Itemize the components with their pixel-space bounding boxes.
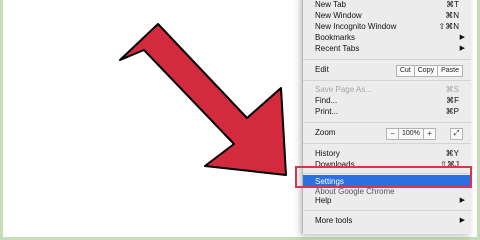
menu-item-label: History: [315, 149, 340, 158]
menu-item-history[interactable]: History ⌘Y: [303, 149, 471, 159]
menu-separator: [303, 59, 471, 60]
menu-item-label: Zoom: [315, 128, 336, 137]
zoom-controls: − 100% +: [386, 128, 436, 140]
menu-item-label: Downloads: [315, 160, 355, 169]
zoom-level: 100%: [398, 128, 424, 140]
frame-edge-left: [0, 0, 3, 240]
menu-item-shortcut: ⌘Y: [445, 149, 459, 158]
copy-button[interactable]: Copy: [413, 65, 439, 77]
menu-item-new-tab[interactable]: New Tab ⌘T: [303, 0, 471, 10]
menu-item-edit: Edit Cut Copy Paste: [303, 65, 471, 77]
menu-separator: [303, 80, 471, 81]
menu-separator: [303, 143, 471, 144]
menu-item-label: Find...: [315, 96, 338, 105]
menu-item-zoom: Zoom − 100% + ⤢: [303, 128, 471, 140]
menu-item-label: Help: [315, 196, 332, 205]
submenu-arrow-icon: ▶: [459, 45, 465, 52]
menu-separator: [303, 173, 471, 174]
menu-item-print[interactable]: Print... ⌘P: [303, 107, 471, 117]
submenu-arrow-icon: ▶: [459, 217, 465, 224]
chrome-menu: New Tab ⌘T New Window ⌘N New Incognito W…: [302, 0, 471, 234]
paste-button[interactable]: Paste: [437, 65, 463, 77]
menu-item-label: Save Page As...: [315, 85, 372, 94]
menu-item-shortcut: ⌘T: [446, 0, 459, 9]
menu-item-shortcut: ⌘N: [445, 11, 459, 20]
menu-item-help[interactable]: Help ▶: [303, 196, 471, 206]
menu-item-label: New Incognito Window: [315, 22, 397, 31]
zoom-in-button[interactable]: +: [422, 128, 436, 140]
edit-button-group: Cut Copy Paste: [395, 65, 463, 77]
menu-item-label: Bookmarks: [315, 33, 356, 42]
menu-item-recent-tabs[interactable]: Recent Tabs ▶: [303, 44, 471, 54]
submenu-arrow-icon: ▶: [459, 34, 465, 41]
menu-item-label: Edit: [315, 65, 329, 74]
menu-item-shortcut: ⌘P: [445, 107, 459, 116]
menu-item-label: More tools: [315, 216, 353, 225]
menu-item-label: New Window: [315, 11, 362, 20]
menu-item-shortcut: ⌘F: [446, 96, 459, 105]
menu-item-find[interactable]: Find... ⌘F: [303, 96, 471, 106]
menu-item-new-window[interactable]: New Window ⌘N: [303, 11, 471, 21]
menu-item-label: New Tab: [315, 0, 346, 9]
menu-item-label: Recent Tabs: [315, 44, 360, 53]
menu-item-label: Print...: [315, 107, 339, 116]
cut-button[interactable]: Cut: [395, 65, 415, 77]
menu-item-shortcut: ⇧⌘J: [440, 160, 459, 169]
menu-separator: [303, 210, 471, 211]
menu-item-shortcut: ⌘S: [445, 85, 459, 94]
menu-item-bookmarks[interactable]: Bookmarks ▶: [303, 33, 471, 43]
menu-item-new-incognito-window[interactable]: New Incognito Window ⇧⌘N: [303, 22, 471, 32]
menu-separator: [303, 122, 471, 123]
menu-item-downloads[interactable]: Downloads ⇧⌘J: [303, 160, 471, 170]
fullscreen-icon[interactable]: ⤢: [450, 128, 463, 140]
menu-item-more-tools[interactable]: More tools ▶: [303, 216, 471, 226]
submenu-arrow-icon: ▶: [459, 197, 465, 204]
menu-item-save-page-as[interactable]: Save Page As... ⌘S: [303, 85, 471, 95]
menu-item-shortcut: ⇧⌘N: [438, 22, 459, 31]
